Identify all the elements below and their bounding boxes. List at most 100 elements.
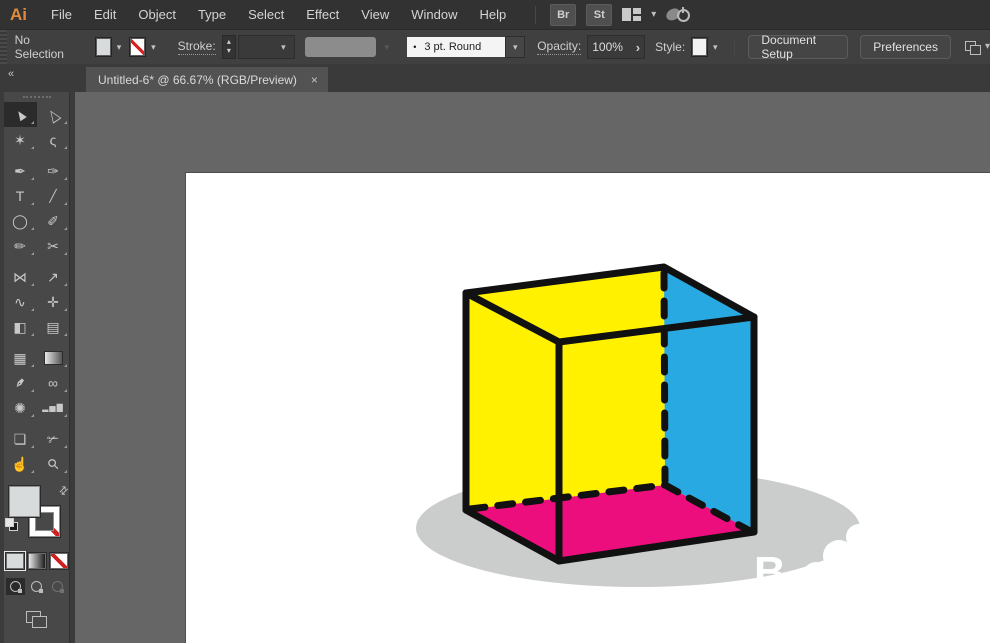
brush-chevron-icon[interactable]: ▾ bbox=[510, 40, 521, 55]
swap-fill-stroke-icon[interactable]: ⇄ bbox=[56, 483, 72, 498]
tool-slice[interactable]: ✃ bbox=[37, 426, 70, 451]
panel-grip[interactable] bbox=[0, 30, 7, 64]
stroke-weight-field[interactable]: ▾ bbox=[238, 35, 295, 59]
opacity-field[interactable]: 100% › bbox=[587, 35, 646, 59]
select-similar-control[interactable]: ▾ bbox=[964, 40, 990, 55]
tool-puppet-warp[interactable]: ✛ bbox=[37, 289, 70, 314]
select-similar-icon[interactable] bbox=[964, 40, 981, 55]
tool-gradient[interactable] bbox=[37, 345, 70, 370]
tool-magic-wand[interactable]: ✶ bbox=[4, 127, 37, 152]
tool-perspective-grid[interactable]: ▤ bbox=[37, 314, 70, 339]
menu-view[interactable]: View bbox=[350, 7, 400, 22]
tool-pen[interactable]: ✒ bbox=[4, 158, 37, 183]
menu-select[interactable]: Select bbox=[237, 7, 295, 22]
fill-color-swatch[interactable] bbox=[94, 37, 112, 57]
document-tab-bar: « Untitled-6* @ 66.67% (RGB/Preview) × bbox=[0, 64, 990, 93]
menu-type[interactable]: Type bbox=[187, 7, 237, 22]
width-tool-icon: ∿ bbox=[14, 293, 26, 310]
cs-live-icon[interactable] bbox=[664, 6, 692, 24]
shape-builder-tool-icon: ◧ bbox=[13, 318, 27, 335]
opacity-arrow-icon[interactable]: › bbox=[636, 40, 640, 55]
tool-shape-builder[interactable]: ◧ bbox=[4, 314, 37, 339]
tool-curvature[interactable]: ✑ bbox=[37, 158, 70, 183]
change-screen-mode-icon[interactable] bbox=[25, 611, 48, 629]
drawing-modes-row bbox=[4, 578, 69, 595]
stroke-weight-stepper[interactable]: ▴ ▾ bbox=[221, 35, 237, 59]
tool-eyedropper[interactable]: ✒ bbox=[4, 370, 37, 395]
stroke-color-swatch[interactable] bbox=[129, 37, 147, 57]
tool-column-graph[interactable]: ▂▅▇ bbox=[37, 395, 70, 420]
tool-hand[interactable]: ☝ bbox=[4, 451, 37, 476]
style-swatch[interactable] bbox=[691, 37, 709, 57]
paint-none-button[interactable] bbox=[48, 552, 69, 570]
menu-file[interactable]: File bbox=[40, 7, 83, 22]
symbol-sprayer-tool-icon: ✺ bbox=[14, 399, 26, 416]
artboard[interactable]: B bbox=[185, 172, 990, 643]
app-logo: Ai bbox=[10, 4, 27, 24]
fill-chevron-icon[interactable]: ▾ bbox=[114, 40, 125, 55]
stepper-down-icon[interactable]: ▾ bbox=[227, 46, 231, 56]
paint-style-row bbox=[3, 551, 69, 571]
menu-help[interactable]: Help bbox=[468, 7, 517, 22]
document-tab[interactable]: Untitled-6* @ 66.67% (RGB/Preview) × bbox=[86, 67, 328, 92]
menu-object[interactable]: Object bbox=[127, 7, 187, 22]
pencil-tool-icon: ✏ bbox=[14, 237, 26, 254]
collapse-panel-icon[interactable]: « bbox=[0, 66, 86, 92]
watermark-letter: B bbox=[754, 548, 786, 597]
tool-line-segment[interactable]: ╱ bbox=[37, 183, 70, 208]
tool-width[interactable]: ∿ bbox=[4, 289, 37, 314]
stroke-label[interactable]: Stroke: bbox=[177, 39, 216, 55]
preferences-button[interactable]: Preferences bbox=[860, 35, 951, 59]
tool-artboard[interactable]: ❏ bbox=[4, 426, 37, 451]
paint-color-button[interactable] bbox=[3, 551, 26, 571]
menu-effect[interactable]: Effect bbox=[295, 7, 350, 22]
menu-window[interactable]: Window bbox=[400, 7, 468, 22]
tool-reflect[interactable]: ⋈ bbox=[4, 264, 37, 289]
pen-tool-icon: ✒ bbox=[14, 162, 26, 179]
tool-type[interactable]: T bbox=[4, 183, 37, 208]
draw-normal-button[interactable] bbox=[6, 578, 25, 595]
eyedropper-tool-icon: ✒ bbox=[10, 372, 30, 393]
draw-behind-button[interactable] bbox=[27, 578, 46, 595]
tool-zoom[interactable]: ⚲ bbox=[37, 451, 70, 476]
reflect-tool-icon: ⋈ bbox=[13, 268, 27, 285]
variable-width-profile bbox=[304, 37, 376, 57]
cube-artwork[interactable]: B bbox=[186, 173, 990, 643]
tool-mesh[interactable]: ▦ bbox=[4, 345, 37, 370]
magic-wand-tool-icon: ✶ bbox=[14, 131, 26, 148]
tool-symbol-sprayer[interactable]: ✺ bbox=[4, 395, 37, 420]
select-similar-chevron-icon[interactable]: ▾ bbox=[985, 42, 990, 52]
gradient-tool-icon bbox=[43, 350, 63, 365]
tool-paintbrush[interactable]: ✐ bbox=[37, 208, 70, 233]
tool-selection[interactable]: ▲ bbox=[3, 102, 37, 127]
tool-direct-selection[interactable]: △ bbox=[37, 102, 70, 127]
tab-close-icon[interactable]: × bbox=[311, 73, 318, 87]
tool-scale[interactable]: ↗ bbox=[37, 264, 70, 289]
brush-definition-dropdown[interactable]: • 3 pt. Round ▾ bbox=[407, 36, 526, 58]
menu-bar: Ai File Edit Object Type Select Effect V… bbox=[0, 0, 990, 29]
default-fill-stroke-icon[interactable] bbox=[4, 518, 18, 531]
stroke-weight-chevron-icon[interactable]: ▾ bbox=[278, 40, 289, 55]
menu-edit[interactable]: Edit bbox=[83, 7, 127, 22]
tool-pencil[interactable]: ✏ bbox=[4, 233, 37, 258]
selection-status: No Selection bbox=[14, 33, 64, 61]
workspace-chevron-icon[interactable]: ▾ bbox=[651, 9, 656, 20]
stroke-chevron-icon[interactable]: ▾ bbox=[148, 40, 159, 55]
tool-lasso[interactable]: ς bbox=[37, 127, 70, 152]
paint-gradient-button[interactable] bbox=[26, 552, 47, 570]
opacity-label[interactable]: Opacity: bbox=[537, 39, 582, 55]
zoom-tool-icon: ⚲ bbox=[43, 454, 63, 473]
tool-ellipse[interactable]: ◯ bbox=[4, 208, 37, 233]
workspace-switcher-icon[interactable] bbox=[622, 8, 642, 21]
tool-blend[interactable]: ∞ bbox=[37, 370, 70, 395]
perspective-grid-tool-icon: ▤ bbox=[46, 318, 60, 335]
fill-swatch[interactable] bbox=[8, 486, 40, 517]
pasteboard[interactable]: B bbox=[75, 92, 990, 643]
work-area: ▲ △ ✶ ς ✒ ✑ T ╱ ◯ ✐ ✏ ✂ ⋈ ↗ ∿ ✛ ◧ ▤ ▦ ✒ ∞ ✺ ▂▅▇ ❏ ✃ ☝ ⚲ ⇄ bbox=[0, 92, 990, 643]
tool-scissors[interactable]: ✂ bbox=[37, 233, 70, 258]
document-setup-button[interactable]: Document Setup bbox=[748, 33, 849, 61]
tools-panel-grip[interactable] bbox=[22, 96, 51, 98]
bridge-button[interactable]: Br bbox=[550, 3, 577, 26]
stock-button[interactable]: St bbox=[586, 3, 613, 26]
style-chevron-icon[interactable]: ▾ bbox=[710, 40, 721, 55]
